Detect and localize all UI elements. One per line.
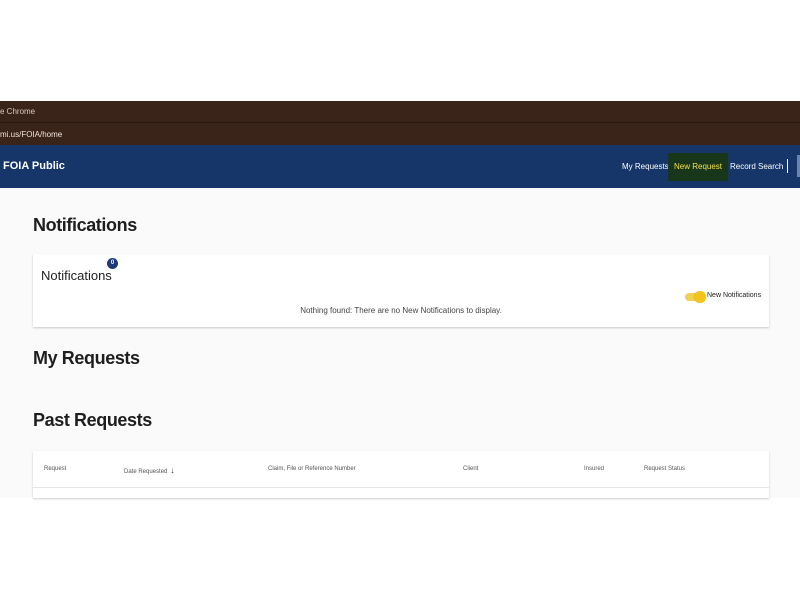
past-requests-table: Request Date Requested ↓ Claim, File or R… xyxy=(33,451,769,498)
column-insured[interactable]: Insured xyxy=(584,466,604,472)
column-claim-number[interactable]: Claim, File or Reference Number xyxy=(268,466,356,472)
toggle-label: New Notifications xyxy=(707,292,762,299)
column-client[interactable]: Client xyxy=(463,466,478,472)
column-date-requested-label[interactable]: Date Requested xyxy=(124,469,167,475)
browser-title: e Chrome xyxy=(0,107,36,116)
address-url[interactable]: mi.us/FOIA/home xyxy=(0,130,62,139)
toggle-knob[interactable] xyxy=(694,291,706,303)
column-request[interactable]: Request xyxy=(44,466,66,472)
browser-title-bar: e Chrome xyxy=(0,101,800,122)
nav-new-request[interactable]: New Request xyxy=(668,153,729,181)
nav-my-requests[interactable]: My Requests xyxy=(616,153,675,181)
column-request-status[interactable]: Request Status xyxy=(644,466,685,472)
empty-notifications-message: Nothing found: There are no New Notifica… xyxy=(300,306,502,315)
app-header: FOIA Public My Requests New Request Reco… xyxy=(0,145,800,188)
past-requests-heading: Past Requests xyxy=(33,410,152,430)
brand-title[interactable]: FOIA Public xyxy=(3,145,65,188)
sort-descending-icon[interactable]: ↓ xyxy=(170,466,174,475)
notifications-card: Notifications 0 New Notifications Nothin… xyxy=(33,254,769,327)
table-header-divider xyxy=(33,487,769,488)
nav-divider xyxy=(787,159,788,173)
nav-record-search[interactable]: Record Search xyxy=(724,153,789,181)
column-date-requested[interactable]: Date Requested ↓ xyxy=(124,466,174,475)
notifications-card-title: Notifications xyxy=(41,268,112,283)
my-requests-heading: My Requests xyxy=(33,348,140,368)
notification-count-badge: 0 xyxy=(107,258,118,269)
browser-address-bar[interactable]: mi.us/FOIA/home xyxy=(0,122,800,146)
notifications-heading: Notifications xyxy=(33,215,137,235)
